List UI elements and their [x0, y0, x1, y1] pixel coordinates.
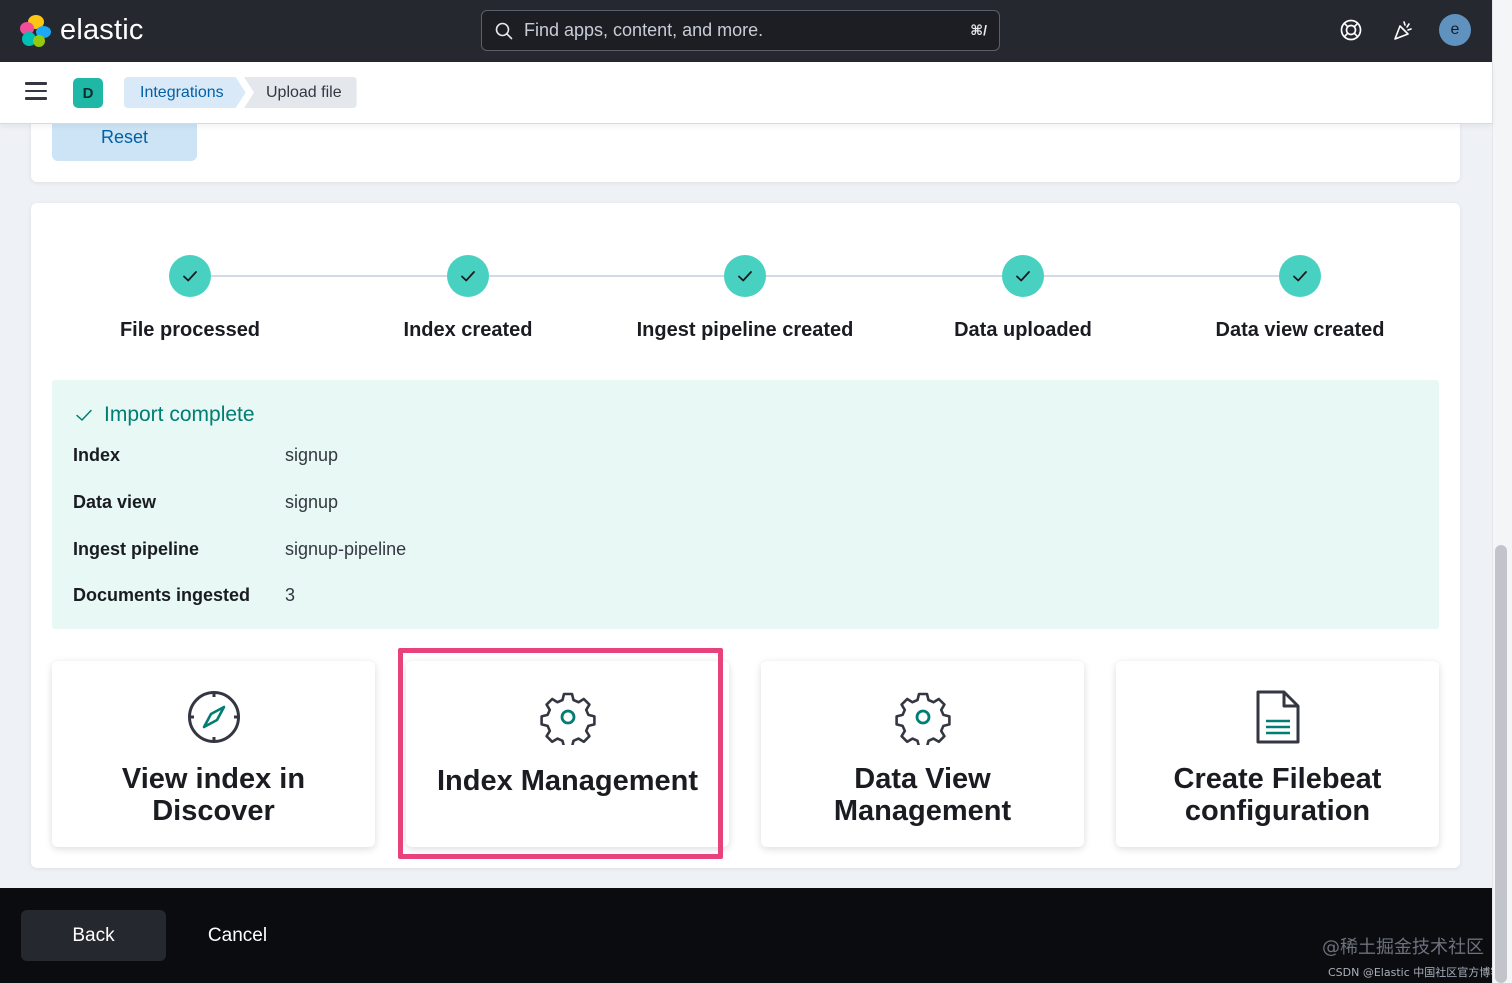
user-avatar[interactable]: e [1439, 14, 1471, 46]
compass-icon [187, 691, 240, 743]
step-data-view-created: Data view created [1170, 255, 1430, 342]
menu-toggle-icon[interactable] [25, 82, 47, 100]
step-label: Index created [403, 319, 533, 341]
check-icon [1002, 255, 1044, 297]
cancel-button[interactable]: Cancel [190, 910, 285, 961]
step-label: Data uploaded [954, 319, 1092, 341]
check-icon [76, 409, 92, 421]
result-value-index: signup [285, 445, 339, 465]
global-search-input[interactable]: Find apps, content, and more. ⌘/ [481, 10, 1000, 51]
breadcrumb-integrations[interactable]: Integrations [124, 77, 246, 108]
step-data-uploaded: Data uploaded [893, 255, 1153, 342]
result-key-index: Index [73, 445, 121, 465]
scrollbar-thumb[interactable] [1495, 545, 1507, 983]
action-label: Data View Management [833, 763, 1012, 827]
gear-icon [894, 692, 951, 745]
watermark-juejin: @稀土掘金技术社区 [1322, 937, 1484, 958]
step-ingest-pipeline-created: Ingest pipeline created [615, 255, 875, 342]
check-icon [724, 255, 766, 297]
result-key-data-view: Data view [73, 492, 157, 512]
step-label: Ingest pipeline created [636, 319, 854, 341]
check-icon [447, 255, 489, 297]
data-view-management-card[interactable]: Data View Management [761, 661, 1084, 847]
result-value-data-view: signup [285, 492, 339, 512]
check-icon [1279, 255, 1321, 297]
callout-title: Import complete [74, 403, 255, 427]
action-label: Create Filebeat configuration [1173, 763, 1382, 827]
help-lifebuoy-icon [1340, 19, 1362, 41]
space-avatar[interactable]: D [73, 78, 103, 108]
result-value-documents-ingested: 3 [285, 585, 296, 605]
result-value-ingest-pipeline: signup-pipeline [285, 539, 407, 559]
breadcrumb-upload-file: Upload file [244, 77, 357, 108]
search-icon [495, 22, 513, 39]
search-shortcut: ⌘/ [970, 22, 987, 38]
step-label: Data view created [1215, 319, 1385, 341]
cheer-icon [1394, 21, 1412, 40]
step-index-created: Index created [338, 255, 598, 342]
back-button[interactable]: Back [21, 910, 166, 961]
view-in-discover-card[interactable]: View index in Discover [52, 661, 375, 847]
breadcrumb-bar: D Integrations Upload file [0, 62, 1492, 124]
action-label: View index in Discover [121, 763, 306, 827]
callout-title-text: Import complete [104, 403, 255, 426]
brand-name: elastic [60, 14, 144, 46]
result-key-ingest-pipeline: Ingest pipeline [73, 539, 200, 559]
import-complete-callout [52, 380, 1439, 629]
global-header: elastic Find apps, content, and more. ⌘/… [0, 0, 1492, 62]
create-filebeat-config-card[interactable]: Create Filebeat configuration [1116, 661, 1439, 847]
elastic-logo[interactable]: elastic [20, 14, 144, 47]
document-icon [1256, 690, 1299, 744]
news-feed-button[interactable] [1388, 15, 1418, 45]
highlight-box [398, 648, 723, 859]
elastic-logo-icon [20, 14, 52, 47]
step-file-processed: File processed [60, 255, 320, 342]
result-key-documents-ingested: Documents ingested [73, 585, 251, 605]
check-icon [169, 255, 211, 297]
watermark-csdn: CSDN @Elastic 中国社区官方博客 [1328, 966, 1502, 979]
step-label: File processed [119, 319, 261, 341]
help-button[interactable] [1336, 15, 1366, 45]
search-placeholder: Find apps, content, and more. [524, 20, 764, 40]
